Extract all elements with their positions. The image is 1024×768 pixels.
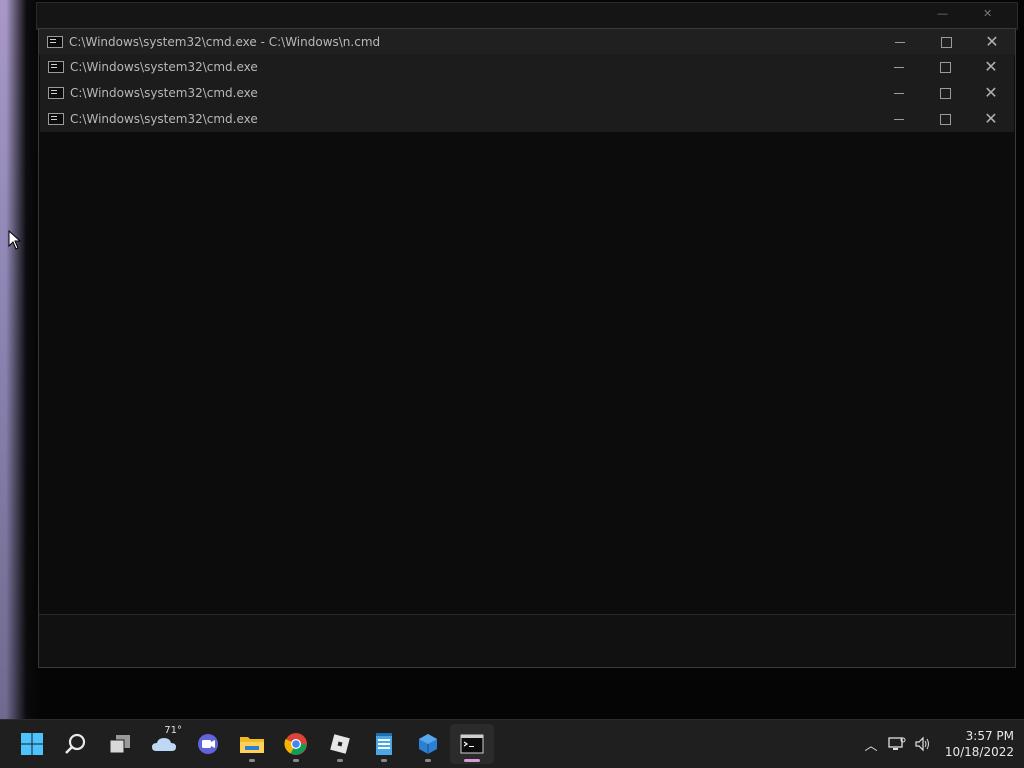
system-clock[interactable]: 3:57 PM 10/18/2022: [944, 728, 1014, 760]
cmd-taskbar-button[interactable]: [450, 724, 494, 764]
minimize-icon: [895, 41, 905, 43]
weather-icon: [152, 738, 176, 751]
window-title: C:\Windows\system32\cmd.exe - C:\Windows…: [69, 35, 381, 49]
cmd-window-4[interactable]: C:\Windows\system32\cmd.exe ✕: [40, 106, 1014, 132]
maximize-icon: [939, 87, 951, 99]
chrome-button[interactable]: [274, 724, 318, 764]
app-cube-button[interactable]: [406, 724, 450, 764]
minimize-button[interactable]: [876, 54, 922, 80]
maximize-icon: [939, 61, 951, 73]
teams-chat-icon: [198, 734, 218, 754]
window-title: C:\Windows\system32\cmd.exe: [70, 86, 258, 100]
search-button[interactable]: [54, 724, 98, 764]
weather-temperature: 71°: [164, 725, 182, 736]
minimize-icon: [894, 118, 904, 120]
bg-minimize-icon[interactable]: —: [937, 8, 948, 19]
close-icon: ✕: [984, 57, 998, 76]
desktop-wallpaper: [0, 0, 40, 720]
notepad-button[interactable]: [362, 724, 406, 764]
cmd-titlebar[interactable]: C:\Windows\system32\cmd.exe ✕: [40, 54, 1014, 80]
roblox-button[interactable]: [318, 724, 362, 764]
file-explorer-icon: [240, 737, 264, 753]
cmd-titlebar[interactable]: C:\Windows\system32\cmd.exe - C:\Windows…: [39, 29, 1015, 55]
cmd-window-3[interactable]: C:\Windows\system32\cmd.exe ✕: [40, 80, 1014, 106]
background-window-titlebar[interactable]: — ✕: [36, 2, 1018, 30]
maximize-icon: [940, 36, 952, 48]
cmd-icon: [47, 36, 63, 48]
cmd-titlebar[interactable]: C:\Windows\system32\cmd.exe ✕: [40, 106, 1014, 132]
task-view-icon: [109, 735, 130, 754]
cmd-titlebar[interactable]: C:\Windows\system32\cmd.exe ✕: [40, 80, 1014, 106]
cmd-icon: [48, 61, 64, 73]
roblox-icon: [330, 734, 350, 754]
maximize-button[interactable]: [923, 29, 969, 55]
console-output[interactable]: [39, 55, 1015, 615]
chevron-up-icon: ︿: [864, 738, 878, 754]
minimize-icon: [894, 66, 904, 68]
search-icon: [65, 733, 86, 754]
weather-widget[interactable]: 71°: [142, 724, 186, 764]
minimize-button[interactable]: [876, 106, 922, 132]
window-title: C:\Windows\system32\cmd.exe: [70, 60, 258, 74]
bg-close-icon[interactable]: ✕: [983, 8, 993, 19]
clock-time: 3:57 PM: [965, 729, 1014, 743]
app-cube-icon: [419, 734, 437, 754]
close-button[interactable]: ✕: [968, 106, 1014, 132]
start-button[interactable]: [10, 724, 54, 764]
close-icon: ✕: [984, 109, 998, 128]
show-hidden-icons-button[interactable]: ︿: [858, 735, 884, 754]
minimize-button[interactable]: [877, 29, 923, 55]
windows-start-icon: [21, 733, 43, 755]
cmd-window-2[interactable]: C:\Windows\system32\cmd.exe ✕: [40, 54, 1014, 80]
notepad-icon: [376, 733, 392, 755]
maximize-button[interactable]: [922, 80, 968, 106]
window-title: C:\Windows\system32\cmd.exe: [70, 112, 258, 126]
cmd-icon: [48, 87, 64, 99]
minimize-icon: [894, 92, 904, 94]
clock-date: 10/18/2022: [944, 745, 1014, 759]
console-bottom-area: [39, 614, 1015, 667]
minimize-button[interactable]: [876, 80, 922, 106]
close-button[interactable]: ✕: [968, 54, 1014, 80]
mouse-pointer-icon: [8, 230, 22, 250]
close-button[interactable]: ✕: [969, 29, 1015, 55]
volume-icon: [915, 736, 929, 752]
maximize-icon: [939, 113, 951, 125]
close-button[interactable]: ✕: [968, 80, 1014, 106]
maximize-button[interactable]: [922, 106, 968, 132]
close-icon: ✕: [984, 83, 998, 102]
teams-chat-button[interactable]: [186, 724, 230, 764]
cmd-icon: [48, 113, 64, 125]
chrome-icon: [284, 733, 307, 755]
network-icon: [888, 737, 906, 750]
network-button[interactable]: [884, 736, 910, 752]
cmd-icon: [460, 734, 484, 754]
volume-button[interactable]: [910, 736, 936, 752]
close-icon: ✕: [985, 32, 999, 51]
task-view-button[interactable]: [98, 724, 142, 764]
taskbar: 71° ︿ 3:57 PM 10/18/2022: [0, 719, 1024, 768]
maximize-button[interactable]: [922, 54, 968, 80]
file-explorer-button[interactable]: [230, 724, 274, 764]
